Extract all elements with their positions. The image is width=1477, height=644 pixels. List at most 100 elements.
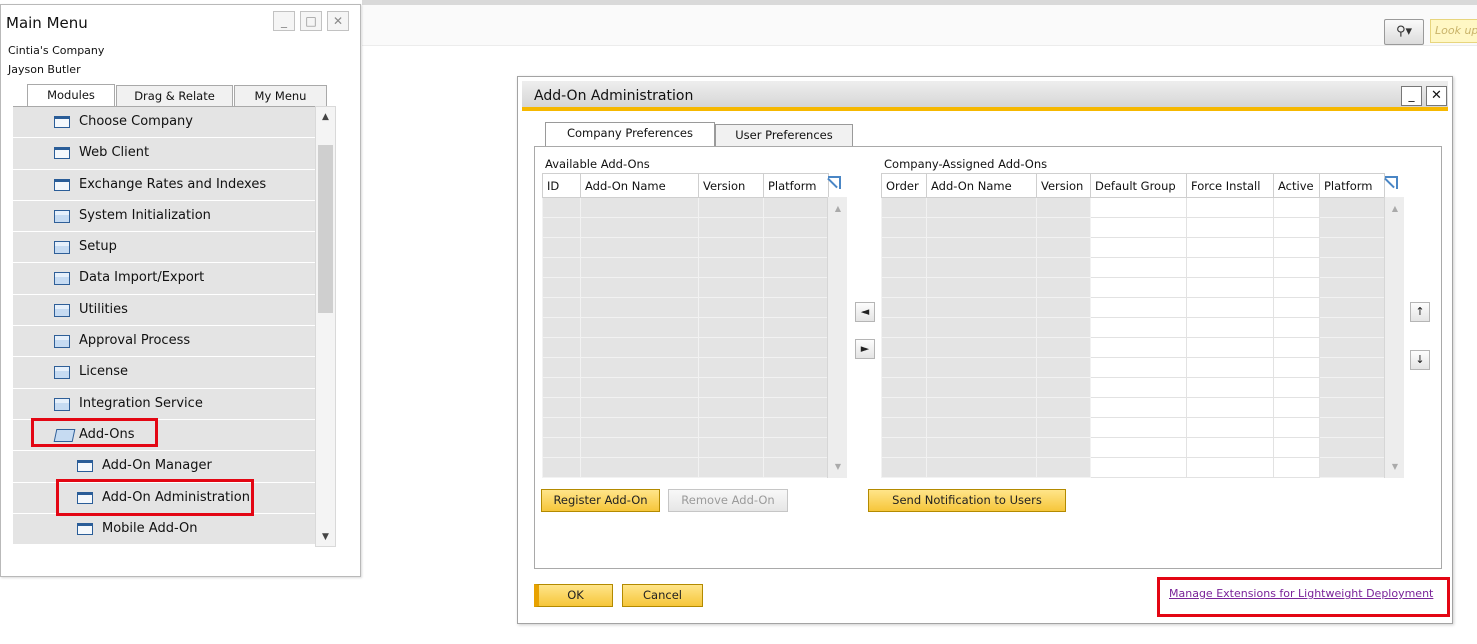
ok-button[interactable]: OK — [534, 584, 613, 607]
table-cell[interactable] — [542, 417, 581, 438]
table-cell[interactable] — [926, 217, 1037, 238]
table-row[interactable] — [542, 397, 829, 418]
table-cell[interactable] — [542, 377, 581, 398]
remove-add-on-button[interactable]: Remove Add-On — [668, 489, 788, 512]
table-cell[interactable] — [926, 417, 1037, 438]
table-cell[interactable] — [1186, 437, 1274, 458]
menu-item-license[interactable]: License — [13, 357, 315, 389]
table-row[interactable] — [542, 277, 829, 298]
assigned-scrollbar[interactable]: ▲ ▼ — [1384, 197, 1404, 478]
table-cell[interactable] — [763, 337, 829, 358]
table-cell[interactable] — [763, 237, 829, 258]
table-cell[interactable] — [580, 457, 699, 478]
table-cell[interactable] — [1186, 457, 1274, 478]
table-row[interactable] — [542, 197, 829, 218]
table-row[interactable] — [881, 317, 1385, 338]
table-cell[interactable] — [542, 217, 581, 238]
table-cell[interactable] — [1273, 457, 1320, 478]
table-row[interactable] — [542, 357, 829, 378]
table-cell[interactable] — [1036, 457, 1091, 478]
column-header-force-install[interactable]: Force Install — [1186, 173, 1274, 198]
table-cell[interactable] — [698, 357, 764, 378]
table-cell[interactable] — [1319, 377, 1385, 398]
table-cell[interactable] — [926, 357, 1037, 378]
table-cell[interactable] — [1186, 257, 1274, 278]
table-cell[interactable] — [580, 377, 699, 398]
table-cell[interactable] — [926, 257, 1037, 278]
table-cell[interactable] — [926, 337, 1037, 358]
table-cell[interactable] — [1090, 197, 1187, 218]
table-cell[interactable] — [1036, 217, 1091, 238]
table-cell[interactable] — [1319, 417, 1385, 438]
move-left-button[interactable]: ◄ — [855, 302, 875, 322]
menu-item-add-ons[interactable]: Add-Ons — [13, 419, 315, 452]
table-cell[interactable] — [881, 197, 927, 218]
column-header-platform[interactable]: Platform — [763, 173, 829, 198]
table-cell[interactable] — [881, 437, 927, 458]
table-cell[interactable] — [881, 357, 927, 378]
table-row[interactable] — [542, 317, 829, 338]
table-cell[interactable] — [1090, 237, 1187, 258]
table-cell[interactable] — [580, 357, 699, 378]
send-notification-button[interactable]: Send Notification to Users — [868, 489, 1066, 512]
table-cell[interactable] — [1036, 297, 1091, 318]
table-row[interactable] — [542, 437, 829, 458]
table-cell[interactable] — [1090, 397, 1187, 418]
column-header-order[interactable]: Order — [881, 173, 927, 198]
table-cell[interactable] — [1186, 357, 1274, 378]
table-cell[interactable] — [763, 317, 829, 338]
table-cell[interactable] — [1186, 237, 1274, 258]
table-cell[interactable] — [1273, 237, 1320, 258]
table-cell[interactable] — [580, 397, 699, 418]
table-cell[interactable] — [698, 397, 764, 418]
table-cell[interactable] — [926, 457, 1037, 478]
table-row[interactable] — [881, 437, 1385, 458]
manage-extensions-link[interactable]: Manage Extensions for Lightweight Deploy… — [1169, 587, 1433, 600]
table-cell[interactable] — [542, 277, 581, 298]
scroll-down-icon[interactable]: ▼ — [316, 528, 335, 546]
table-cell[interactable] — [580, 317, 699, 338]
table-cell[interactable] — [881, 337, 927, 358]
scroll-up-icon[interactable]: ▲ — [830, 201, 846, 217]
table-row[interactable] — [542, 457, 829, 478]
table-cell[interactable] — [542, 437, 581, 458]
table-cell[interactable] — [763, 417, 829, 438]
menu-item-data-import-export[interactable]: Data Import/Export — [13, 263, 315, 295]
table-row[interactable] — [881, 457, 1385, 478]
table-row[interactable] — [542, 337, 829, 358]
move-down-button[interactable]: ↓ — [1410, 350, 1430, 370]
table-cell[interactable] — [1186, 377, 1274, 398]
table-cell[interactable] — [698, 297, 764, 318]
table-cell[interactable] — [1036, 417, 1091, 438]
table-cell[interactable] — [1186, 337, 1274, 358]
table-cell[interactable] — [1090, 277, 1187, 298]
table-cell[interactable] — [1319, 217, 1385, 238]
table-cell[interactable] — [542, 257, 581, 278]
table-cell[interactable] — [926, 377, 1037, 398]
table-cell[interactable] — [580, 197, 699, 218]
menu-item-exchange-rates[interactable]: Exchange Rates and Indexes — [13, 169, 315, 201]
table-cell[interactable] — [763, 217, 829, 238]
table-row[interactable] — [542, 297, 829, 318]
move-up-button[interactable]: ↑ — [1410, 302, 1430, 322]
menu-item-utilities[interactable]: Utilities — [13, 294, 315, 327]
table-cell[interactable] — [881, 277, 927, 298]
table-cell[interactable] — [926, 277, 1037, 298]
table-row[interactable] — [542, 217, 829, 238]
menu-item-setup[interactable]: Setup — [13, 232, 315, 264]
table-cell[interactable] — [542, 237, 581, 258]
table-cell[interactable] — [881, 457, 927, 478]
table-cell[interactable] — [580, 257, 699, 278]
tab-drag-relate[interactable]: Drag & Relate — [116, 85, 233, 107]
maximize-button[interactable]: □ — [300, 11, 322, 31]
table-cell[interactable] — [881, 317, 927, 338]
table-cell[interactable] — [1036, 197, 1091, 218]
table-cell[interactable] — [698, 257, 764, 278]
search-button[interactable]: ⚲▾ — [1384, 19, 1424, 45]
table-cell[interactable] — [881, 297, 927, 318]
table-cell[interactable] — [1186, 197, 1274, 218]
table-cell[interactable] — [1036, 437, 1091, 458]
column-header-version[interactable]: Version — [698, 173, 764, 198]
table-cell[interactable] — [763, 437, 829, 458]
table-cell[interactable] — [1273, 437, 1320, 458]
